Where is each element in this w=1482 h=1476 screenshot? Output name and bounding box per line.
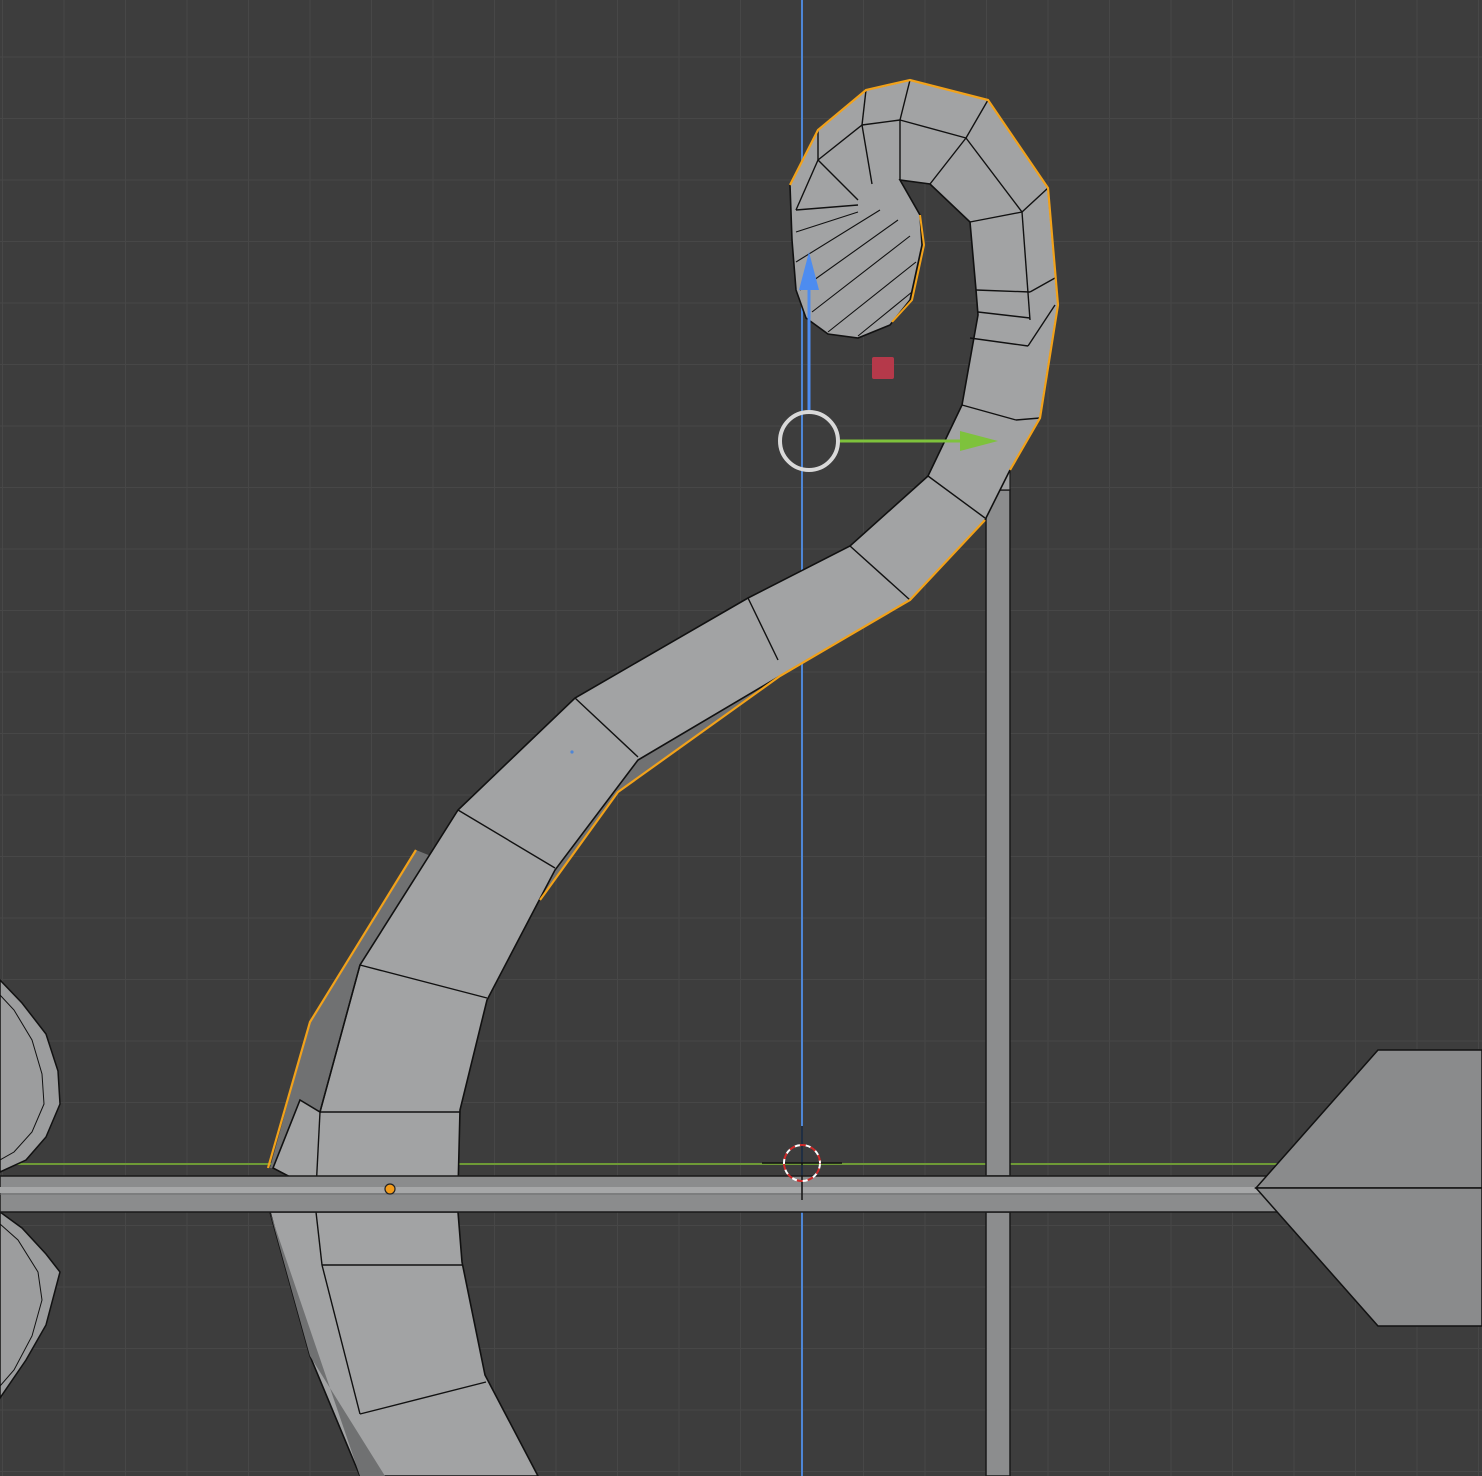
vertex-dot: [570, 750, 574, 754]
object-origin: [384, 1183, 396, 1195]
gizmo-plane-handle[interactable]: [872, 357, 894, 379]
arrow-shaft[interactable]: [0, 1175, 1482, 1213]
viewport-canvas[interactable]: [0, 0, 1482, 1476]
bow-string[interactable]: [985, 444, 1011, 1476]
3d-viewport[interactable]: [0, 0, 1482, 1476]
